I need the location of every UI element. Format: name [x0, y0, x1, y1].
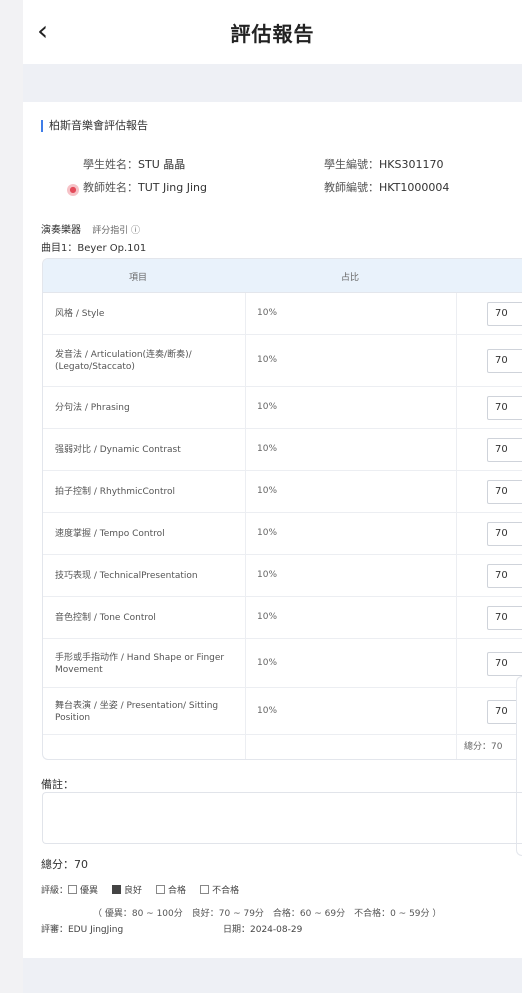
criterion-percentage: 10%	[257, 402, 278, 412]
report-section-title: 柏斯音樂會評估報告	[41, 120, 148, 132]
grade-option-label: 優異	[80, 886, 99, 896]
checkbox-icon[interactable]	[156, 885, 166, 894]
score-input[interactable]: 70	[487, 396, 522, 420]
score-input[interactable]: 70	[487, 651, 522, 676]
grade-option[interactable]: 不合格	[200, 885, 240, 896]
grade-range-note: （ 優異：80 ~ 100分 良好：70 ~ 79分 合格：60 ~ 69分 不…	[93, 909, 442, 919]
table-row: 强弱对比 / Dynamic Contrast 10% 70	[43, 429, 522, 471]
table-total-row	[43, 735, 522, 759]
score-input[interactable]: 70	[487, 606, 522, 630]
criterion-percentage: 10%	[257, 657, 278, 668]
student-name-row: 學生姓名：STU 晶晶	[83, 156, 185, 172]
grade-option[interactable]: 良好	[112, 885, 143, 896]
table-row: 拍子控制 / RhythmicControl 10% 70	[43, 471, 522, 513]
checkbox-icon[interactable]	[200, 885, 210, 894]
score-input[interactable]: 70	[487, 349, 522, 373]
criterion-label: 技巧表现 / TechnicalPresentation	[55, 571, 198, 581]
teacher-icon: ●	[67, 184, 79, 196]
criterion-percentage: 10%	[257, 355, 278, 365]
criterion-label: 手形或手指动作 / Hand Shape or Finger Movement	[55, 652, 225, 675]
page-title: 評估報告	[230, 22, 315, 46]
criterion-label: 音色控制 / Tone Control	[55, 613, 156, 623]
score-input[interactable]: 70	[487, 564, 522, 588]
review-date: 日期：2024-08-29	[223, 925, 303, 935]
teacher-id-label: 教師編號：	[324, 181, 379, 194]
footer-band	[23, 958, 522, 993]
student-name: STU 晶晶	[138, 158, 186, 171]
grade-option-label: 良好	[124, 886, 143, 896]
checkbox-icon[interactable]	[68, 885, 78, 894]
scoring-guide-link[interactable]: 評分指引 ⓘ	[92, 226, 140, 236]
score-table: 項目 占比 风格 / Style 10% 70 发音法 / Articulation(…	[42, 258, 522, 760]
criterion-label: 风格 / Style	[55, 309, 105, 319]
table-row: 音色控制 / Tone Control 10% 70	[43, 597, 522, 639]
criterion-percentage: 10%	[257, 486, 278, 496]
teacher-id-row: 教師編號：HKT1000004	[324, 179, 449, 195]
header-divider-band	[23, 64, 522, 102]
table-row: 风格 / Style 10% 70	[43, 293, 522, 335]
score-input[interactable]: 70	[487, 522, 522, 546]
song-title: 曲目1：Beyer Op.101	[41, 243, 147, 254]
remarks-label: 備註：	[41, 778, 74, 791]
criterion-percentage: 10%	[257, 612, 278, 622]
score-input[interactable]: 70	[487, 480, 522, 504]
teacher-id: HKT1000004	[379, 181, 450, 194]
teacher-name-row: ● 教師姓名：TUT Jing Jing	[67, 179, 207, 196]
report-panel: ‹ 評估報告 柏斯音樂會評估報告 學生姓名：STU 晶晶 學生編號：HKS301…	[23, 0, 522, 993]
grade-option[interactable]: 優異	[68, 885, 99, 896]
teacher-name: TUT Jing Jing	[138, 181, 207, 194]
table-row: 分句法 / Phrasing 10% 70	[43, 387, 522, 429]
checkbox-icon[interactable]	[112, 885, 122, 894]
criterion-percentage: 10%	[257, 308, 278, 318]
header-item: 項目	[129, 273, 148, 283]
table-row: 技巧表现 / TechnicalPresentation 10% 70	[43, 555, 522, 597]
criterion-percentage: 10%	[257, 444, 278, 454]
header-percentage: 占比	[341, 273, 360, 283]
grade-label: 評級：	[41, 886, 69, 896]
criterion-label: 分句法 / Phrasing	[55, 403, 130, 413]
student-id-label: 學生編號：	[324, 158, 379, 171]
grade-option-label: 合格	[168, 886, 187, 896]
student-name-label: 學生姓名：	[83, 158, 138, 171]
grade-option-label: 不合格	[212, 886, 240, 896]
remarks-textarea[interactable]	[42, 792, 522, 844]
table-header: 項目 占比	[43, 259, 522, 293]
top-bar: ‹ 評估報告	[23, 0, 522, 64]
performance-row: 演奏樂器 評分指引 ⓘ	[41, 221, 140, 236]
teacher-name-label: 教師姓名：	[83, 181, 138, 194]
score-input[interactable]: 70	[487, 302, 522, 326]
total-score: 總分：70	[41, 858, 88, 871]
criterion-percentage: 10%	[257, 705, 278, 716]
grade-option[interactable]: 合格	[156, 885, 187, 896]
criterion-label: 强弱对比 / Dynamic Contrast	[55, 445, 181, 455]
performance-label: 演奏樂器	[41, 225, 81, 236]
student-id: HKS301170	[379, 158, 444, 171]
grade-row: 評級： 優異 良好 合格 不合格	[41, 883, 253, 896]
criterion-label: 发音法 / Articulation(连奏/断奏)/ (Legato/Stacc…	[55, 350, 192, 372]
criterion-label: 舞台表演 / 坐姿 / Presentation/ Sitting Positi…	[55, 700, 219, 723]
criterion-label: 速度掌握 / Tempo Control	[55, 529, 165, 539]
criterion-percentage: 10%	[257, 570, 278, 580]
criterion-percentage: 10%	[257, 528, 278, 538]
score-input[interactable]: 70	[487, 438, 522, 462]
table-row: 速度掌握 / Tempo Control 10% 70	[43, 513, 522, 555]
student-id-row: 學生編號：HKS301170	[324, 156, 443, 172]
reviewer: 評審：EDU JingJing	[41, 925, 124, 935]
table-row: 舞台表演 / 坐姿 / Presentation/ Sitting Positi…	[43, 688, 522, 735]
table-row: 手形或手指动作 / Hand Shape or Finger Movement 1…	[43, 639, 522, 688]
table-total: 總分：70	[464, 742, 503, 752]
table-row: 发音法 / Articulation(连奏/断奏)/ (Legato/Stacc…	[43, 335, 522, 387]
criterion-label: 拍子控制 / RhythmicControl	[55, 487, 176, 497]
